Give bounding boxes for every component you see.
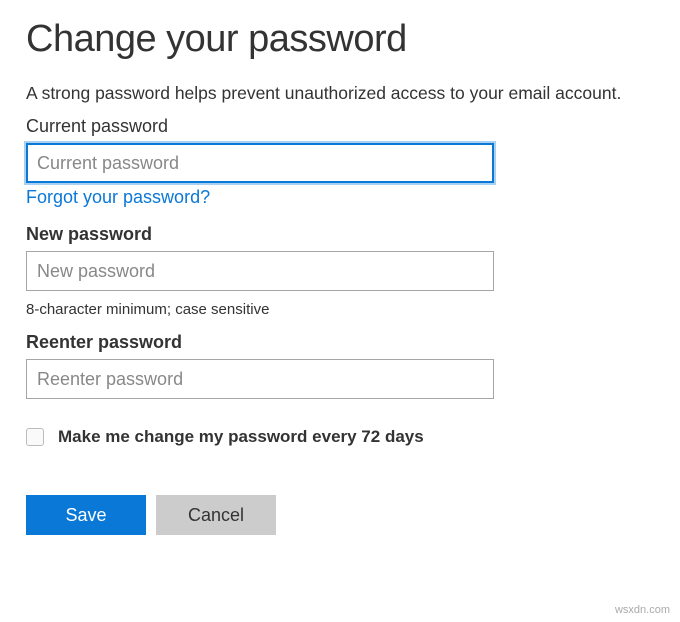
- button-row: Save Cancel: [26, 495, 654, 535]
- page-title: Change your password: [26, 18, 654, 61]
- cancel-button[interactable]: Cancel: [156, 495, 276, 535]
- reenter-password-input[interactable]: [26, 359, 494, 399]
- current-password-group: Current password Forgot your password?: [26, 116, 654, 208]
- change-every-72-row: Make me change my password every 72 days: [26, 427, 654, 447]
- new-password-hint: 8-character minimum; case sensitive: [26, 301, 654, 318]
- current-password-label: Current password: [26, 116, 654, 137]
- new-password-input[interactable]: [26, 251, 494, 291]
- watermark-text: wsxdn.com: [615, 604, 670, 616]
- forgot-password-link[interactable]: Forgot your password?: [26, 187, 210, 208]
- change-every-72-label: Make me change my password every 72 days: [58, 427, 424, 447]
- reenter-password-label: Reenter password: [26, 332, 654, 353]
- description-text: A strong password helps prevent unauthor…: [26, 83, 654, 104]
- new-password-label: New password: [26, 224, 654, 245]
- save-button[interactable]: Save: [26, 495, 146, 535]
- change-every-72-checkbox[interactable]: [26, 428, 44, 446]
- reenter-password-group: Reenter password: [26, 332, 654, 399]
- current-password-input[interactable]: [26, 143, 494, 183]
- new-password-group: New password 8-character minimum; case s…: [26, 224, 654, 318]
